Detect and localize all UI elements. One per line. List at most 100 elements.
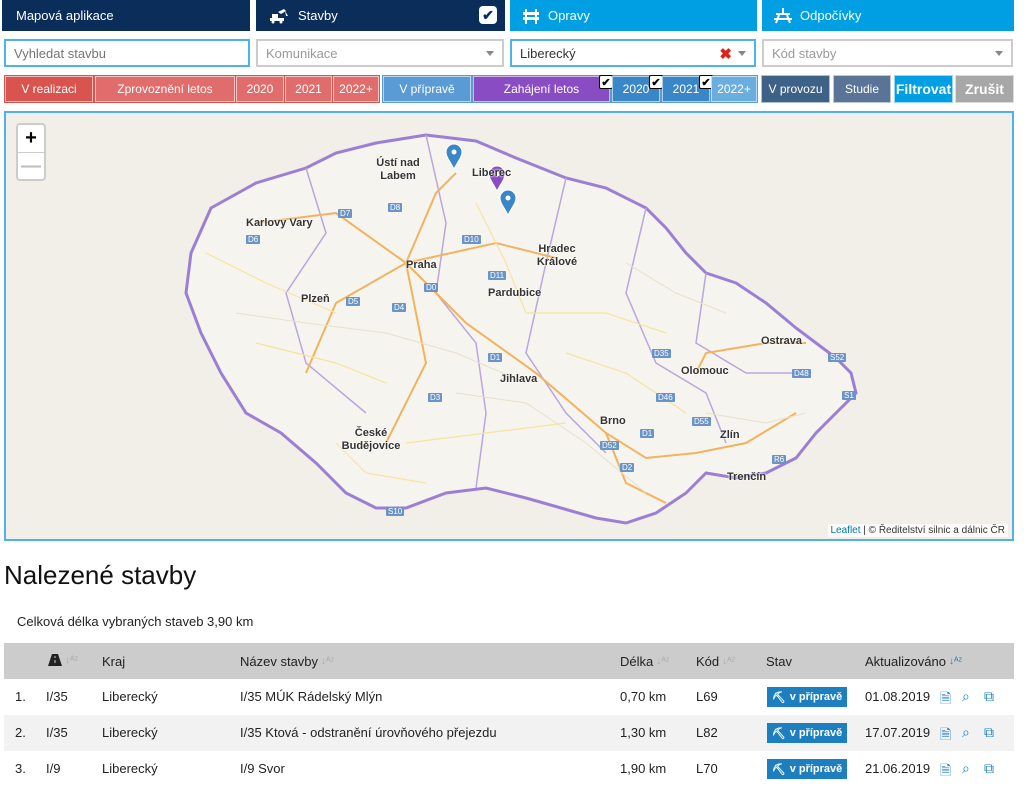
studie-button[interactable]: Studie xyxy=(833,75,891,103)
button-label: Studie xyxy=(844,82,880,96)
zahajeni-letos-button[interactable]: Zahájení letos ✔ xyxy=(473,75,613,102)
red-year-2021-button[interactable]: 2021 xyxy=(285,76,332,102)
kraj-cell: Liberecký xyxy=(102,725,158,740)
clear-icon[interactable]: ✖ xyxy=(719,45,732,63)
search-icon[interactable]: ⌕ xyxy=(962,688,970,705)
table-row[interactable]: 3. I/9 Liberecký I/9 Svor 1,90 km L70 ⛏ v… xyxy=(4,751,1014,787)
tab-mapova-aplikace[interactable]: Mapová aplikace xyxy=(2,0,250,31)
kod-header[interactable]: Kód ↓ᴬᶻ xyxy=(696,654,735,669)
status-label: v přípravě xyxy=(789,727,843,739)
road-shield: D52 xyxy=(600,441,619,450)
header-label: Délka xyxy=(620,654,654,669)
zprovozneni-letos-button[interactable]: Zprovoznění letos xyxy=(95,76,235,102)
button-label: 2022+ xyxy=(717,82,751,96)
road-number: I/35 xyxy=(46,689,68,704)
filtrovat-button[interactable]: Filtrovat xyxy=(894,75,953,103)
table-row[interactable]: 2. I/35 Liberecký I/35 Ktová - odstraněn… xyxy=(4,715,1014,751)
blue-year-2020-button[interactable]: 2020 ✔ xyxy=(612,75,663,102)
sort-icon[interactable]: ↓ᴬᶻ xyxy=(949,656,962,667)
v-provozu-button[interactable]: V provozu xyxy=(761,75,830,103)
excavator-icon: ⛏ xyxy=(771,763,786,776)
pdf-icon[interactable]: 🗎 xyxy=(940,760,951,784)
road-shield: D1 xyxy=(640,429,655,438)
kod-stavby-select[interactable]: Kód stavby xyxy=(762,39,1013,67)
kraj-select[interactable]: Liberecký ✖ xyxy=(510,39,756,67)
road-type-header[interactable]: ↓ᴬᶻ xyxy=(48,654,78,666)
tab-odpocivky[interactable]: Odpočívky xyxy=(762,0,1014,31)
header-label: Název stavby xyxy=(240,654,319,669)
checkbox-checked-icon[interactable]: ✔ xyxy=(599,75,613,89)
v-realizaci-button[interactable]: V realizaci xyxy=(5,76,93,102)
button-label: Zahájení letos xyxy=(503,82,580,96)
table-row[interactable]: 1. I/35 Liberecký I/35 MÚK Rádelský Mlýn… xyxy=(4,679,1014,715)
attribution-text: | © Ředitelství silnic a dálnic ČR xyxy=(860,525,1005,536)
button-label: Zrušit xyxy=(965,81,1004,97)
zoom-control: + — xyxy=(16,123,46,181)
sort-icon[interactable]: ↓ᴬᶻ xyxy=(321,656,334,667)
sort-icon[interactable]: ↓ᴬᶻ xyxy=(656,656,669,667)
road-shield: S10 xyxy=(386,507,405,516)
pdf-icon[interactable]: 🗎 xyxy=(940,724,951,748)
komunikace-placeholder: Komunikace xyxy=(266,45,338,61)
chevron-down-icon xyxy=(995,51,1003,56)
road-shield: D0 xyxy=(424,283,439,292)
v-priprave-button[interactable]: V přípravě xyxy=(383,76,471,102)
button-label: V realizaci xyxy=(21,82,77,96)
tab-opravy[interactable]: Opravy xyxy=(510,0,757,31)
aktualizovano-header[interactable]: Aktualizováno ↓ᴬᶻ xyxy=(865,654,962,669)
button-label: 2020 xyxy=(622,82,650,96)
external-link-icon[interactable]: ⧉ xyxy=(984,688,994,705)
blue-year-2021-button[interactable]: 2021 ✔ xyxy=(662,75,713,102)
map-view[interactable]: Ústí nad Labem Liberec Karlovy Vary Hrad… xyxy=(4,111,1014,541)
road-icon xyxy=(48,654,62,666)
red-year-2020-button[interactable]: 2020 xyxy=(236,76,284,102)
delka-header[interactable]: Délka ↓ᴬᶻ xyxy=(620,654,669,669)
road-shield: D6 xyxy=(246,235,261,244)
search-icon[interactable]: ⌕ xyxy=(962,724,970,741)
city-label: Ústí nad Labem xyxy=(376,157,420,182)
zoom-in-button[interactable]: + xyxy=(18,125,44,152)
blue-year-2022plus-button[interactable]: 2022+ xyxy=(711,76,757,102)
city-label: České Budějovice xyxy=(341,427,401,452)
road-number: I/35 xyxy=(46,725,68,740)
total-length: Celková délka vybraných staveb 3,90 km xyxy=(17,614,254,629)
tab-stavby[interactable]: Stavby ✔ xyxy=(256,0,505,31)
city-label: Hradec Králové xyxy=(536,243,578,268)
button-label: 2021 xyxy=(295,82,322,96)
row-number: 3. xyxy=(15,761,26,776)
pdf-icon[interactable]: 🗎 xyxy=(940,688,951,712)
sort-icon[interactable]: ↓ᴬᶻ xyxy=(722,656,735,667)
search-input[interactable] xyxy=(14,45,225,61)
search-icon[interactable]: ⌕ xyxy=(962,760,970,777)
sort-icon[interactable]: ↓ᴬᶻ xyxy=(65,655,78,666)
external-link-icon[interactable]: ⧉ xyxy=(984,724,994,741)
road-shield: D35 xyxy=(652,349,671,358)
zrusit-button[interactable]: Zrušit xyxy=(955,75,1014,103)
button-label: V provozu xyxy=(768,82,823,96)
button-label: 2020 xyxy=(246,82,274,96)
road-shield: D2 xyxy=(620,463,635,472)
nazev-header[interactable]: Název stavby ↓ᴬᶻ xyxy=(240,654,334,669)
red-year-2022plus-button[interactable]: 2022+ xyxy=(333,76,379,102)
city-label: Zlín xyxy=(720,429,740,441)
kraj-header[interactable]: Kraj xyxy=(102,654,125,669)
status-badge: ⛏ v přípravě xyxy=(767,687,847,707)
kraj-cell: Liberecký xyxy=(102,761,158,776)
button-label: Filtrovat xyxy=(895,81,952,97)
search-field[interactable] xyxy=(4,39,250,67)
checkbox-checked-icon[interactable]: ✔ xyxy=(649,75,663,89)
city-label: Olomouc xyxy=(681,365,729,377)
city-label: Trenčín xyxy=(727,471,767,483)
delka-cell: 0,70 km xyxy=(620,689,667,704)
road-number: I/9 xyxy=(46,761,61,776)
zoom-out-button[interactable]: — xyxy=(18,152,44,179)
stav-header[interactable]: Stav xyxy=(766,654,792,669)
kraj-value: Liberecký xyxy=(520,45,576,61)
checkmark-icon[interactable]: ✔ xyxy=(479,6,497,24)
komunikace-select[interactable]: Komunikace xyxy=(256,39,504,67)
leaflet-link[interactable]: Leaflet xyxy=(831,525,861,536)
road-shield: D48 xyxy=(792,369,811,378)
road-shield: D3 xyxy=(428,393,443,402)
external-link-icon[interactable]: ⧉ xyxy=(984,760,994,777)
status-badge: ⛏ v přípravě xyxy=(767,759,847,779)
